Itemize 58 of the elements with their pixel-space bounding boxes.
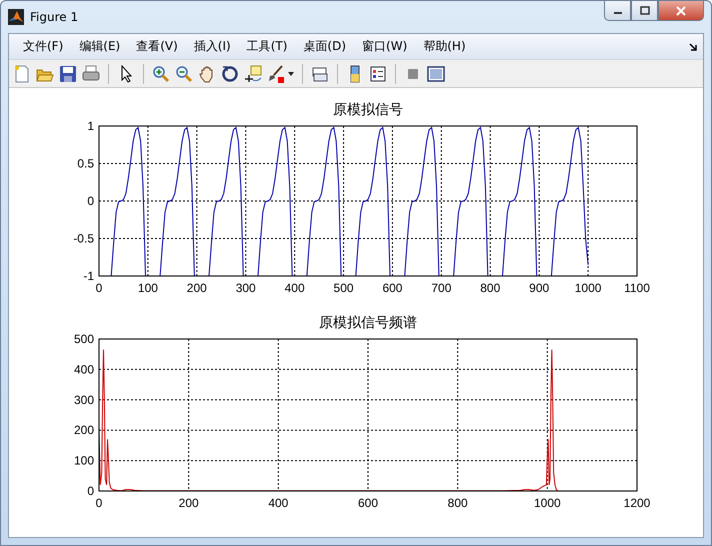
tick-label: 0: [87, 194, 94, 208]
menu-item[interactable]: 工具(T): [238, 38, 296, 55]
menu-item[interactable]: 窗口(W): [354, 38, 416, 55]
tick-label: 600: [358, 496, 378, 510]
menu-item[interactable]: 查看(V): [128, 38, 186, 55]
tick-label: 1000: [574, 281, 602, 295]
tick-label: 400: [268, 496, 288, 510]
tick-label: 400: [74, 362, 94, 376]
tick-label: -1: [83, 269, 94, 283]
minimize-button[interactable]: [604, 1, 631, 21]
tick-label: 0: [96, 496, 102, 510]
tick-label: 1: [87, 119, 94, 133]
rotate-icon[interactable]: [221, 64, 239, 82]
data-cursor-icon[interactable]: [244, 64, 262, 82]
close-icon: [675, 6, 687, 16]
save-icon[interactable]: [59, 64, 77, 82]
menu-item[interactable]: 桌面(D): [295, 38, 354, 55]
menu-item[interactable]: 帮助(H): [415, 38, 474, 55]
tick-label: 0: [87, 484, 94, 498]
new-file-icon[interactable]: [13, 64, 31, 82]
brush-icon[interactable]: [267, 64, 285, 82]
tick-label: 600: [382, 281, 402, 295]
menu-item[interactable]: 文件(F): [15, 38, 72, 55]
chart-title: 原模拟信号: [333, 102, 403, 118]
tick-label: 800: [480, 281, 500, 295]
tick-label: 300: [236, 281, 256, 295]
menu-item[interactable]: 插入(I): [186, 38, 239, 55]
tick-label: 1000: [534, 496, 561, 510]
zoom-out-icon[interactable]: [175, 64, 193, 82]
tick-label: 800: [448, 496, 468, 510]
caret-icon[interactable]: [288, 72, 294, 76]
tick-label: 200: [178, 496, 199, 510]
tick-label: 400: [284, 281, 305, 295]
maximize-button[interactable]: [631, 1, 658, 21]
chart-title: 原模拟信号频谱: [319, 315, 417, 331]
tick-label: 200: [186, 281, 207, 295]
tick-label: 0.5: [77, 156, 94, 170]
tick-label: 500: [74, 332, 94, 346]
tick-label: 1200: [624, 496, 650, 510]
tick-label: 100: [138, 281, 158, 295]
tick-label: 900: [529, 281, 550, 295]
tick-label: 200: [74, 423, 94, 438]
dock-arrow-icon[interactable]: [689, 42, 697, 50]
tick-label: -0.5: [73, 232, 94, 246]
window-icon[interactable]: [427, 64, 445, 82]
print-icon[interactable]: [82, 64, 100, 82]
maximize-icon: [640, 6, 650, 15]
menu-item[interactable]: 编辑(E): [71, 38, 128, 55]
tick-label: 100: [74, 454, 94, 468]
tick-label: 500: [334, 281, 354, 295]
tick-label: 700: [431, 281, 452, 295]
tick-label: 300: [74, 392, 94, 407]
zoom-in-icon[interactable]: [152, 64, 170, 82]
window-title: Figure 1: [30, 10, 78, 24]
close-button[interactable]: [658, 1, 704, 21]
tick-label: 0: [96, 281, 102, 295]
tick-label: 1100: [624, 281, 650, 295]
legend-icon[interactable]: [369, 64, 387, 82]
